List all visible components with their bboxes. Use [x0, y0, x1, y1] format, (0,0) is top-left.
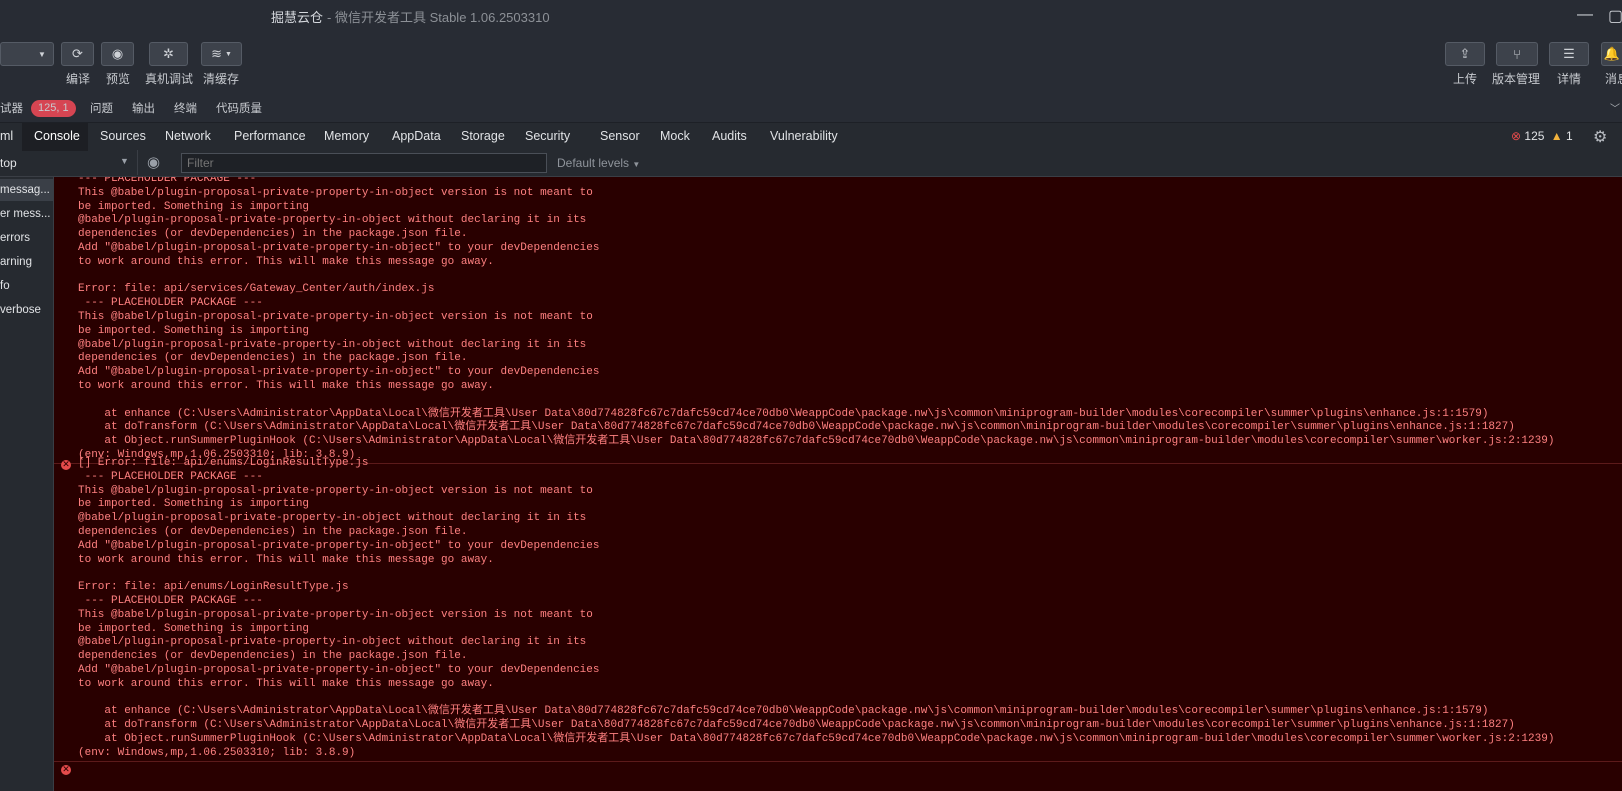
tab-console[interactable]: Console [34, 129, 80, 143]
sidebar-item-verbose[interactable]: verbose [0, 299, 53, 321]
message-label: 消息 [1605, 72, 1622, 86]
clear-cache-label: 清缓存 [203, 72, 240, 86]
upload-label: 上传 [1453, 72, 1478, 86]
tab-sources[interactable]: Sources [100, 129, 146, 143]
bell-icon: 🔔 [1603, 46, 1621, 61]
error-count-badge: 125, 1 [31, 100, 76, 117]
minimize-icon[interactable]: — [1577, 6, 1593, 24]
refresh-icon: ⟳ [72, 46, 83, 61]
tab-network[interactable]: Network [165, 129, 211, 143]
context-selector[interactable]: top [0, 156, 17, 170]
devtools-tab-bar: ml Console Sources Network Performance M… [0, 122, 1622, 152]
error-icon: ✕ [61, 765, 71, 775]
chevron-down-icon[interactable]: ﹀ [1610, 100, 1620, 115]
layers-icon: ≋ [211, 46, 222, 61]
tab-problems[interactable]: 问题 [90, 100, 113, 116]
warning-icon: ▲ [1550, 129, 1563, 143]
sidebar-item-errors[interactable]: errors [0, 227, 53, 249]
filter-input[interactable] [181, 153, 547, 173]
real-debug-button[interactable]: ✲ [149, 42, 188, 66]
clear-cache-button[interactable]: ≋ ▼ [201, 42, 242, 66]
upload-button[interactable]: ⇪ [1445, 42, 1485, 66]
version-label: 版本管理 [1492, 72, 1541, 86]
project-name: 掘慧云仓 [271, 10, 324, 25]
warning-count: 1 [1566, 129, 1573, 143]
message-button[interactable]: 🔔 [1601, 42, 1622, 66]
menu-icon: ☰ [1563, 46, 1575, 61]
issue-counter[interactable]: ⊗ 125 ▲ 1 [1511, 129, 1573, 143]
eye-icon[interactable]: ◉ [147, 153, 160, 171]
error-message: [] Error: file: api/enums/LoginResultTyp… [78, 457, 1555, 759]
tab-code-quality[interactable]: 代码质量 [216, 100, 262, 116]
preview-label: 预览 [106, 72, 131, 86]
error-icon: ⊗ [1511, 129, 1522, 143]
tab-debugger[interactable]: 试器 [0, 100, 23, 116]
detail-label: 详情 [1557, 72, 1582, 86]
tab-vulnerability[interactable]: Vulnerability [770, 129, 838, 143]
title-bar: 掘慧云仓 - 微信开发者工具 Stable 1.06.2503310 — ▢ [0, 0, 1622, 32]
chevron-down-icon[interactable]: ▼ [120, 156, 129, 166]
tab-appdata[interactable]: AppData [392, 129, 441, 143]
bug-icon: ✲ [163, 46, 174, 61]
sidebar-item-warnings[interactable]: arning [0, 251, 53, 273]
sidebar-item-messages[interactable]: messag... [0, 179, 53, 201]
compile-button[interactable]: ⟳ [61, 42, 94, 66]
detail-button[interactable]: ☰ [1549, 42, 1589, 66]
chevron-down-icon: ▼ [224, 50, 232, 58]
real-debug-label: 真机调试 [145, 72, 194, 86]
tab-memory[interactable]: Memory [324, 129, 369, 143]
panel-tab-row: 试器 125, 1 问题 输出 终端 代码质量 ﹀ [0, 96, 1622, 118]
tab-security[interactable]: Security [525, 129, 570, 143]
gear-icon[interactable]: ⚙ [1593, 127, 1607, 147]
chevron-down-icon: ▼ [632, 160, 641, 169]
tab-performance[interactable]: Performance [234, 129, 306, 143]
console-sidebar: messag... er mess... errors arning fo ve… [0, 177, 54, 791]
log-levels-label: Default levels [557, 156, 630, 170]
console-output[interactable]: --- PLACEHOLDER PACKAGE --- This @babel/… [54, 177, 1622, 791]
tab-output[interactable]: 输出 [132, 100, 155, 116]
tab-sensor[interactable]: Sensor [600, 129, 640, 143]
branch-icon: ⑂ [1513, 46, 1521, 62]
app-version: - 微信开发者工具 Stable 1.06.2503310 [327, 10, 550, 25]
compile-mode-select[interactable]: ▼ [0, 42, 54, 66]
console-filter-bar: top ▼ ◉ Default levels ▼ [0, 150, 1622, 177]
tab-audits[interactable]: Audits [712, 129, 747, 143]
version-button[interactable]: ⑂ [1496, 42, 1538, 66]
preview-button[interactable]: ◉ [101, 42, 134, 66]
sidebar-item-info[interactable]: fo [0, 275, 53, 297]
log-levels-dropdown[interactable]: Default levels ▼ [557, 156, 640, 170]
tab-wxml[interactable]: ml [0, 129, 13, 143]
error-icon: ✕ [61, 460, 71, 470]
divider [137, 150, 138, 175]
chevron-down-icon: ▼ [38, 49, 46, 59]
compile-label: 编译 [66, 72, 91, 86]
console-error-entry: --- PLACEHOLDER PACKAGE --- This @babel/… [54, 177, 1622, 464]
window-title: 掘慧云仓 - 微信开发者工具 Stable 1.06.2503310 [271, 7, 550, 26]
tab-terminal[interactable]: 终端 [174, 100, 197, 116]
error-count: 125 [1524, 129, 1545, 143]
upload-icon: ⇪ [1459, 46, 1471, 61]
tab-mock[interactable]: Mock [660, 129, 690, 143]
tab-storage[interactable]: Storage [461, 129, 505, 143]
sidebar-item-user-messages[interactable]: er mess... [0, 203, 53, 225]
eye-icon: ◉ [111, 46, 124, 61]
console-error-entry: ✕ [] Error: file: api/enums/LoginResultT… [54, 457, 1622, 762]
error-message: --- PLACEHOLDER PACKAGE --- This @babel/… [78, 177, 1555, 461]
maximize-icon[interactable]: ▢ [1608, 6, 1622, 26]
